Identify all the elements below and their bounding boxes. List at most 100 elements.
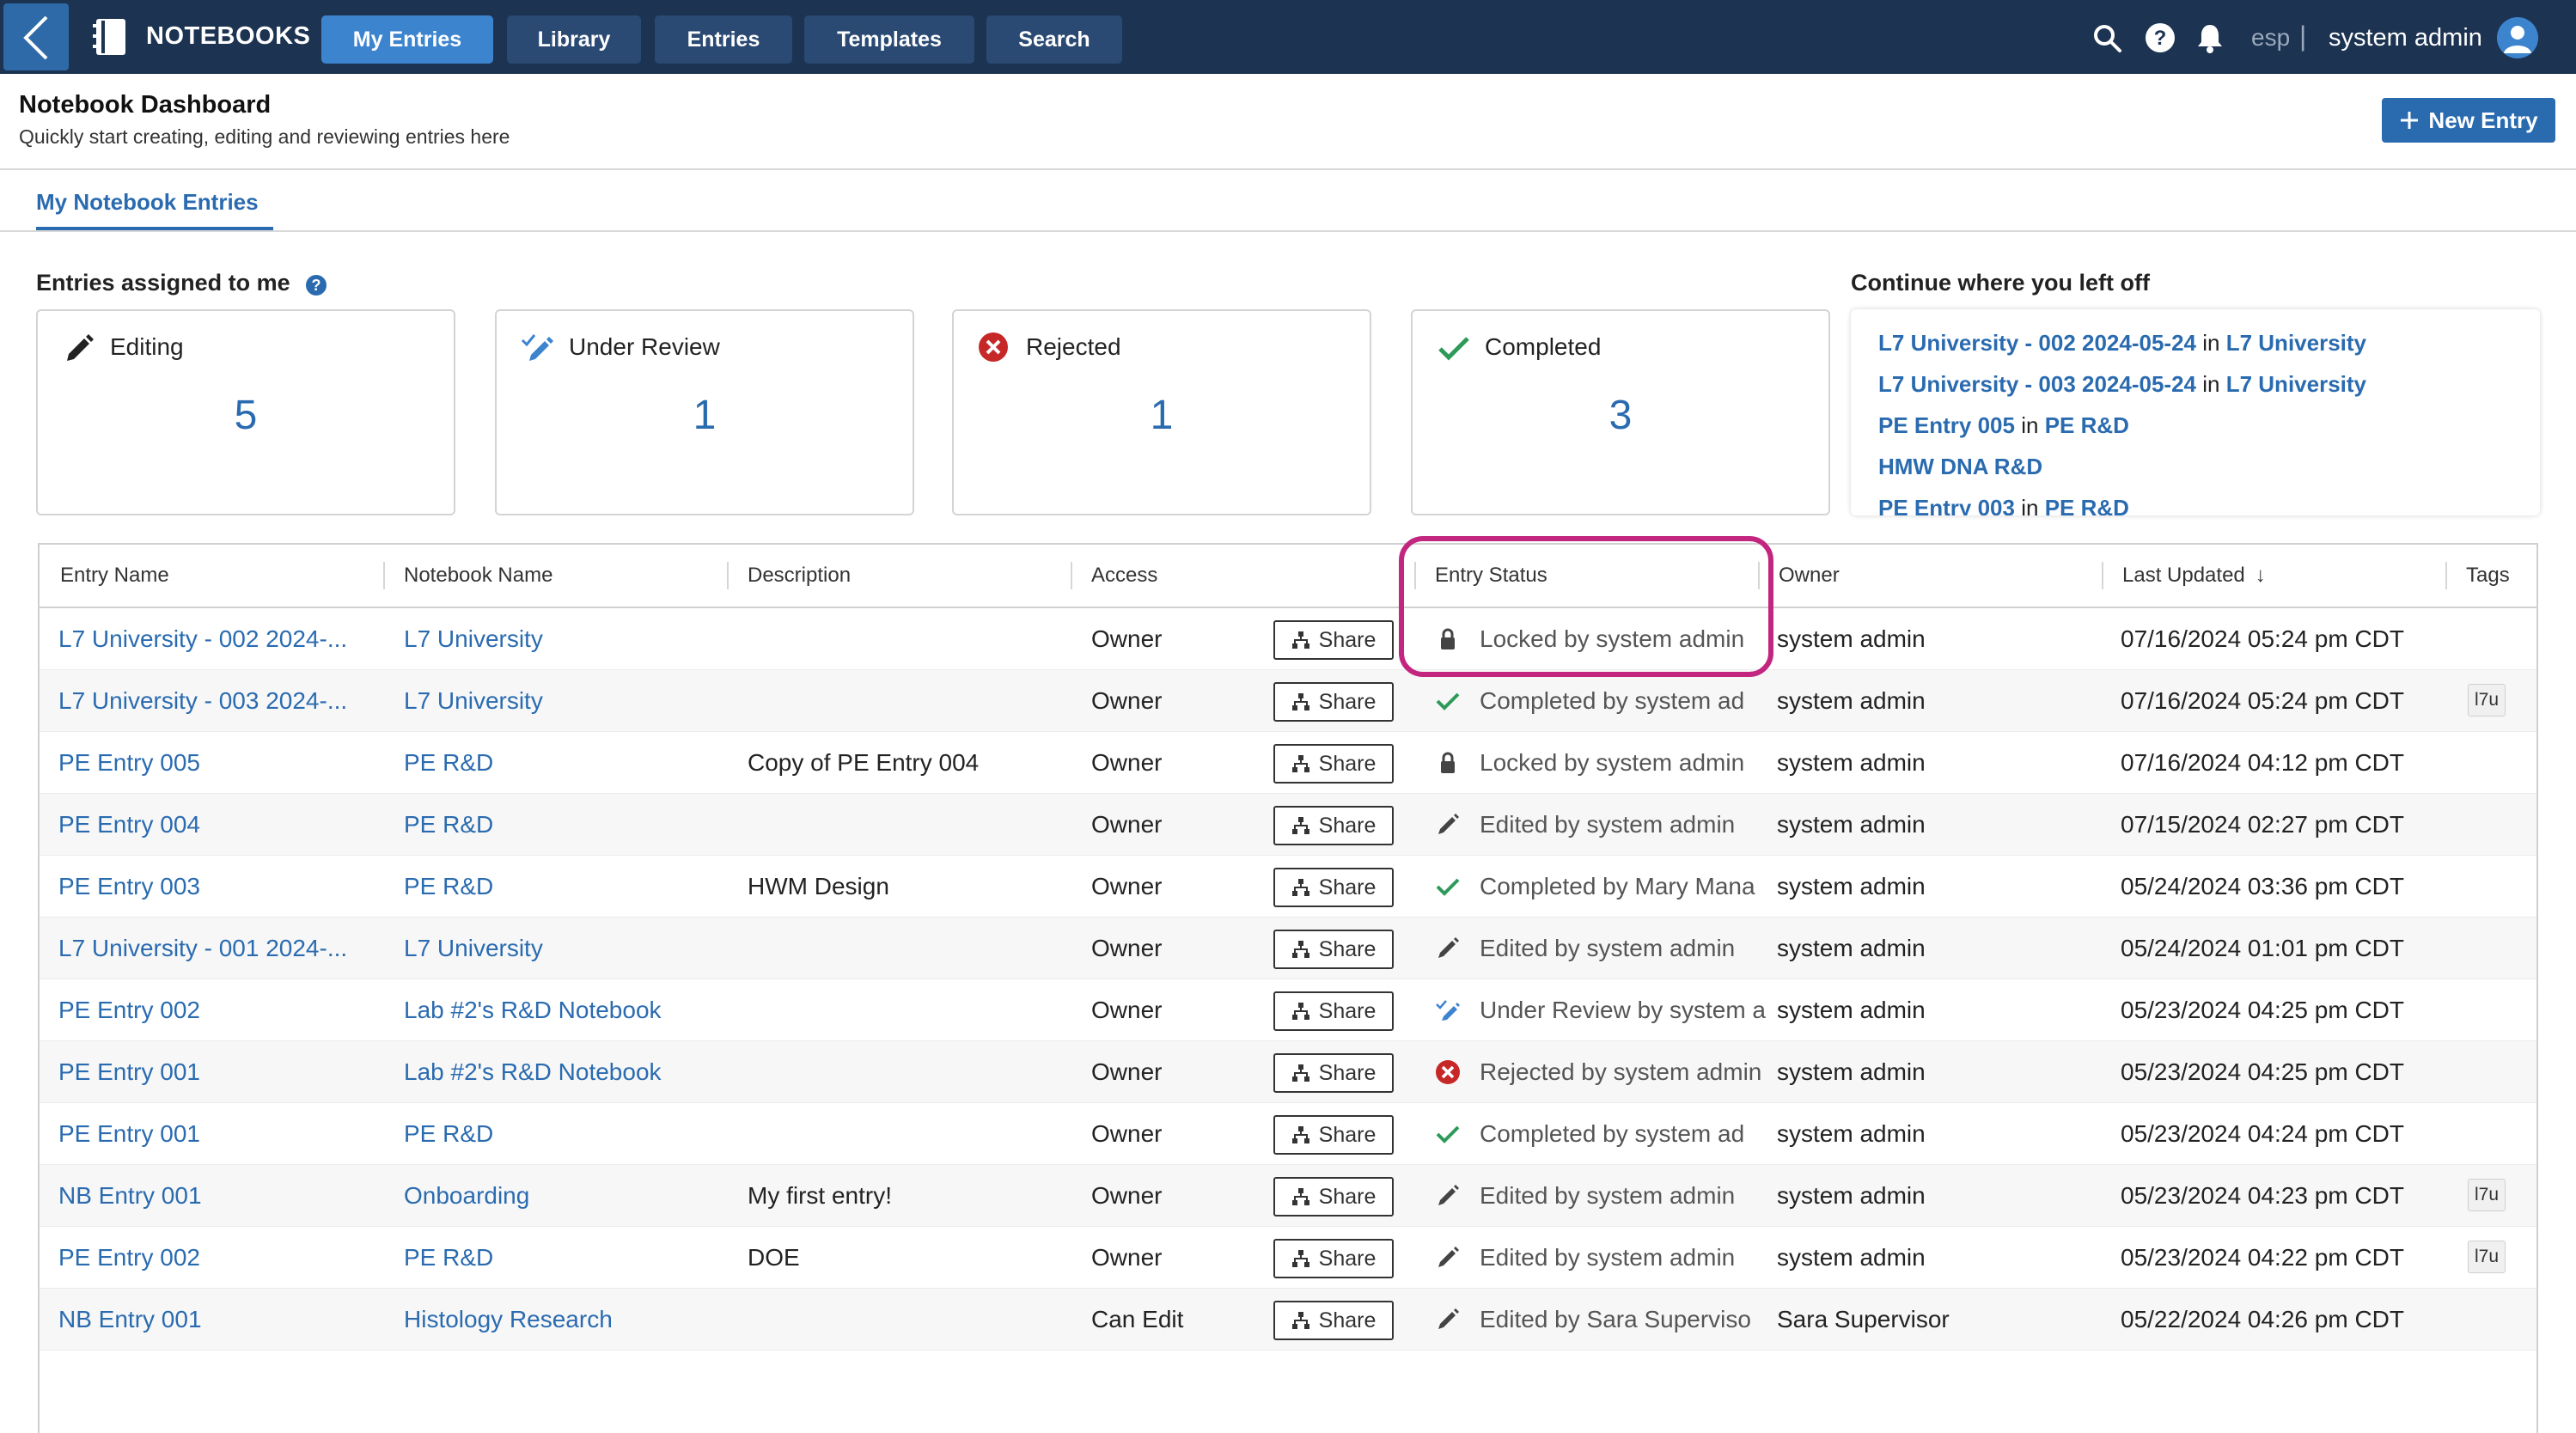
pencil-icon bbox=[1438, 814, 1459, 834]
card-label: Completed bbox=[1485, 333, 1602, 360]
entry-name-link[interactable]: PE Entry 002 bbox=[58, 979, 376, 1041]
column-header-entry-status[interactable]: Entry Status bbox=[1435, 545, 1547, 607]
notification-bell-icon[interactable] bbox=[2194, 22, 2225, 53]
share-button[interactable]: Share bbox=[1273, 991, 1394, 1031]
status-card-editing[interactable]: Editing 5 bbox=[36, 309, 455, 515]
column-header-entry-name[interactable]: Entry Name bbox=[60, 545, 169, 607]
notebook-name-link[interactable]: PE R&D bbox=[404, 732, 722, 794]
status-card-rejected[interactable]: Rejected 1 bbox=[952, 309, 1371, 515]
recent-entry-link[interactable]: L7 University - 003 2024-05-24 bbox=[1878, 371, 2196, 397]
language-label[interactable]: esp bbox=[2251, 24, 2290, 52]
notebook-name-link[interactable]: L7 University bbox=[404, 670, 722, 732]
tab-my-notebook-entries[interactable]: My Notebook Entries bbox=[36, 189, 259, 216]
share-button[interactable]: Share bbox=[1273, 930, 1394, 969]
card-label: Rejected bbox=[1026, 333, 1121, 360]
new-entry-label: New Entry bbox=[2428, 107, 2538, 133]
table-row[interactable]: L7 University - 003 2024-... L7 Universit… bbox=[40, 670, 2536, 732]
entry-name-link[interactable]: NB Entry 001 bbox=[58, 1165, 376, 1227]
column-header-description[interactable]: Description bbox=[748, 545, 851, 607]
notebook-name-link[interactable]: PE R&D bbox=[404, 794, 722, 856]
nav-tab-search[interactable]: Search bbox=[986, 15, 1122, 64]
notebook-name-link[interactable]: L7 University bbox=[404, 608, 722, 670]
recent-entry-link[interactable]: L7 University - 002 2024-05-24 bbox=[1878, 330, 2196, 356]
card-label: Under Review bbox=[569, 333, 720, 360]
help-icon[interactable]: ? bbox=[2145, 22, 2176, 53]
table-row[interactable]: L7 University - 002 2024-... L7 Universit… bbox=[40, 608, 2536, 670]
back-button[interactable] bbox=[3, 3, 69, 70]
recent-entry-link[interactable]: HMW DNA R&D bbox=[1878, 454, 2042, 479]
share-button[interactable]: Share bbox=[1273, 1239, 1394, 1278]
table-row[interactable]: PE Entry 005 PE R&D Copy of PE Entry 004 Ow… bbox=[40, 732, 2536, 794]
recent-entry-link[interactable]: PE Entry 003 bbox=[1878, 495, 2015, 515]
status-card-completed[interactable]: Completed 3 bbox=[1411, 309, 1830, 515]
share-button[interactable]: Share bbox=[1273, 620, 1394, 660]
share-button[interactable]: Share bbox=[1273, 806, 1394, 845]
recent-notebook-link[interactable]: PE R&D bbox=[2045, 495, 2129, 515]
nav-tab-entries[interactable]: Entries bbox=[655, 15, 792, 64]
table-row[interactable]: PE Entry 002 PE R&D DOE Owner Share Edited by… bbox=[40, 1227, 2536, 1289]
entry-name-link[interactable]: PE Entry 003 bbox=[58, 856, 376, 918]
table-row[interactable]: PE Entry 001 PE R&D Owner Share Completed by… bbox=[40, 1103, 2536, 1165]
rejected-x-icon bbox=[1436, 1060, 1460, 1084]
column-header-access[interactable]: Access bbox=[1091, 545, 1157, 607]
notebook-name-link[interactable]: PE R&D bbox=[404, 1103, 722, 1165]
column-header-notebook-name[interactable]: Notebook Name bbox=[404, 545, 552, 607]
nav-tab-library[interactable]: Library bbox=[507, 15, 641, 64]
share-button[interactable]: Share bbox=[1273, 1115, 1394, 1155]
avatar-icon[interactable] bbox=[2497, 17, 2538, 58]
table-row[interactable]: NB Entry 001 Histology Research Can Edit Sh… bbox=[40, 1289, 2536, 1351]
table-row[interactable]: PE Entry 001 Lab #2's R&D Notebook Owner Sh… bbox=[40, 1041, 2536, 1103]
recent-notebook-link[interactable]: L7 University bbox=[2226, 371, 2366, 397]
notebook-name-link[interactable]: PE R&D bbox=[404, 1227, 722, 1289]
table-row[interactable]: PE Entry 002 Lab #2's R&D Notebook Owner Sh… bbox=[40, 979, 2536, 1041]
nav-tab-my-entries[interactable]: My Entries bbox=[321, 15, 493, 64]
user-name[interactable]: system admin bbox=[2329, 24, 2482, 52]
notebook-name-link[interactable]: Lab #2's R&D Notebook bbox=[404, 1041, 722, 1103]
card-count[interactable]: 5 bbox=[38, 392, 454, 439]
nav-tab-templates[interactable]: Templates bbox=[804, 15, 974, 64]
recent-notebook-link[interactable]: L7 University bbox=[2226, 330, 2366, 356]
recent-notebook-link[interactable]: PE R&D bbox=[2045, 412, 2129, 438]
entry-name-link[interactable]: PE Entry 001 bbox=[58, 1103, 376, 1165]
share-button[interactable]: Share bbox=[1273, 682, 1394, 722]
column-header-last-updated[interactable]: Last Updated ↓ bbox=[2122, 545, 2266, 607]
entry-name-link[interactable]: L7 University - 001 2024-... bbox=[58, 918, 376, 979]
pencil-icon bbox=[1438, 1308, 1459, 1329]
tag-badge[interactable]: l7u bbox=[2468, 684, 2506, 716]
table-row[interactable]: L7 University - 001 2024-... L7 Universit… bbox=[40, 918, 2536, 979]
share-button[interactable]: Share bbox=[1273, 744, 1394, 784]
notebook-name-link[interactable]: Histology Research bbox=[404, 1289, 722, 1351]
tag-badge[interactable]: l7u bbox=[2468, 1241, 2506, 1273]
column-header-owner[interactable]: Owner bbox=[1779, 545, 1840, 607]
status-card-under-review[interactable]: Under Review 1 bbox=[495, 309, 914, 515]
entry-name-link[interactable]: PE Entry 001 bbox=[58, 1041, 376, 1103]
table-row[interactable]: NB Entry 001 Onboarding My first entry! Own… bbox=[40, 1165, 2536, 1227]
notebook-name-link[interactable]: PE R&D bbox=[404, 856, 722, 918]
notebook-name-link[interactable]: L7 University bbox=[404, 918, 722, 979]
new-entry-button[interactable]: New Entry bbox=[2382, 98, 2555, 143]
search-icon[interactable] bbox=[2091, 22, 2122, 53]
recent-entry-link[interactable]: PE Entry 005 bbox=[1878, 412, 2015, 438]
entry-name-link[interactable]: L7 University - 002 2024-... bbox=[58, 608, 376, 670]
share-button[interactable]: Share bbox=[1273, 1177, 1394, 1217]
info-help-icon[interactable]: ? bbox=[306, 275, 327, 296]
entry-name-link[interactable]: NB Entry 001 bbox=[58, 1289, 376, 1351]
notebook-name-link[interactable]: Onboarding bbox=[404, 1165, 722, 1227]
entry-name-link[interactable]: PE Entry 002 bbox=[58, 1227, 376, 1289]
share-button[interactable]: Share bbox=[1273, 1053, 1394, 1093]
card-count[interactable]: 1 bbox=[954, 392, 1370, 439]
share-button[interactable]: Share bbox=[1273, 1301, 1394, 1340]
table-row[interactable]: PE Entry 004 PE R&D Owner Share Edited by sy… bbox=[40, 794, 2536, 856]
card-count[interactable]: 1 bbox=[497, 392, 913, 439]
access-cell: Owner bbox=[1091, 935, 1163, 961]
entry-name-link[interactable]: PE Entry 005 bbox=[58, 732, 376, 794]
table-row[interactable]: PE Entry 003 PE R&D HWM Design Owner Share Co… bbox=[40, 856, 2536, 918]
tag-badge[interactable]: l7u bbox=[2468, 1179, 2506, 1211]
notebook-name-link[interactable]: Lab #2's R&D Notebook bbox=[404, 979, 722, 1041]
share-label: Share bbox=[1318, 689, 1377, 714]
column-header-tags[interactable]: Tags bbox=[2466, 545, 2510, 607]
share-button[interactable]: Share bbox=[1273, 868, 1394, 907]
entry-name-link[interactable]: L7 University - 003 2024-... bbox=[58, 670, 376, 732]
card-count[interactable]: 3 bbox=[1413, 392, 1828, 439]
entry-name-link[interactable]: PE Entry 004 bbox=[58, 794, 376, 856]
